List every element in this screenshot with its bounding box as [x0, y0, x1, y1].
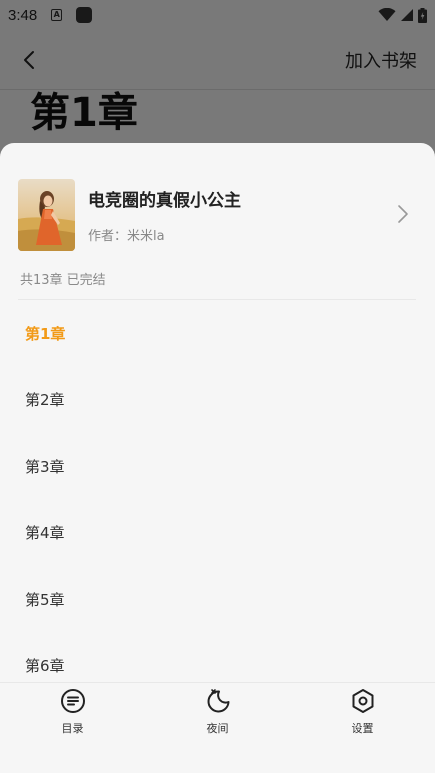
nav-settings-button[interactable]: 设置: [290, 683, 435, 773]
chapter-item[interactable]: 第3章: [0, 433, 435, 500]
nav-catalog-button[interactable]: 目录: [0, 683, 145, 773]
bottom-nav: 目录 夜间 设置: [0, 683, 435, 773]
chapter-item-current[interactable]: 第1章: [0, 300, 435, 367]
catalog-icon: [60, 689, 85, 713]
chapter-item[interactable]: 第2章: [0, 367, 435, 434]
chapter-count-status: 共13章 已完结: [20, 273, 106, 288]
nav-night-label: 夜间: [206, 722, 229, 735]
settings-hexagon-icon: [352, 689, 373, 713]
book-cover-image: [18, 179, 75, 251]
chapter-item[interactable]: 第4章: [0, 500, 435, 567]
chevron-right-icon[interactable]: [396, 203, 410, 225]
book-title: 电竞圈的真假小公主: [88, 191, 241, 211]
book-author: 作者：米米la: [88, 229, 165, 244]
nav-catalog-label: 目录: [61, 722, 84, 735]
chapter-list[interactable]: 第1章 第2章 第3章 第4章 第5章 第6章: [0, 300, 435, 682]
book-info-card[interactable]: 电竞圈的真假小公主 作者：米米la: [18, 179, 418, 251]
nav-night-mode-button[interactable]: 夜间: [145, 683, 290, 773]
catalog-bottom-sheet: 电竞圈的真假小公主 作者：米米la 共13章 已完结 第1章 第2章 第3章 第…: [0, 143, 435, 773]
chapter-item[interactable]: 第5章: [0, 566, 435, 633]
night-moon-icon: [207, 689, 229, 713]
chapter-item[interactable]: 第6章: [0, 633, 435, 683]
nav-settings-label: 设置: [351, 722, 374, 735]
